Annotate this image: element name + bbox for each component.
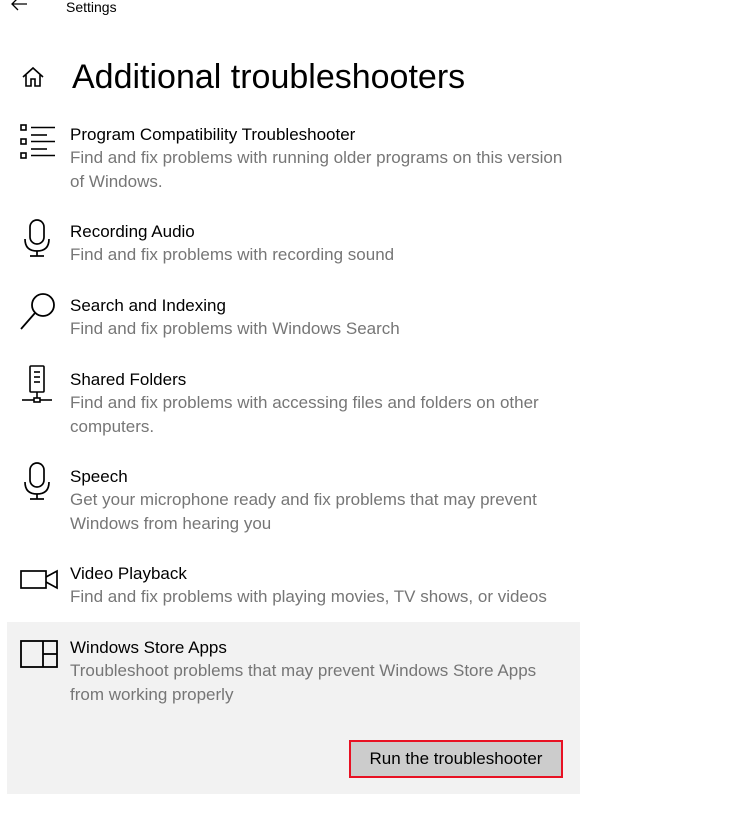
item-name: Recording Audio [70,222,195,241]
video-camera-icon [20,569,58,590]
item-name: Program Compatibility Troubleshooter [70,125,356,144]
troubleshooter-recording-audio[interactable]: Recording Audio Find and fix problems wi… [7,219,580,269]
item-text: Program Compatibility Troubleshooter Fin… [70,124,570,194]
app-title: Settings [66,0,117,15]
item-description: Get your microphone ready and fix proble… [70,490,537,533]
item-name: Video Playback [70,564,187,583]
home-icon[interactable] [20,64,46,90]
list-icon [20,124,55,159]
troubleshooter-program-compatibility[interactable]: Program Compatibility Troubleshooter Fin… [7,124,580,194]
item-description: Find and fix problems with Windows Searc… [70,319,400,338]
item-text: Video Playback Find and fix problems wit… [70,563,570,609]
network-drive-icon [22,365,52,403]
troubleshooter-windows-store-apps[interactable]: Windows Store Apps Troubleshoot problems… [7,622,580,794]
troubleshooter-speech[interactable]: Speech Get your microphone ready and fix… [7,462,580,536]
search-icon [20,293,55,330]
microphone-icon [24,462,50,500]
back-arrow-icon[interactable] [8,0,30,14]
item-name: Speech [70,467,128,486]
item-description: Find and fix problems with playing movie… [70,587,547,606]
item-description: Troubleshoot problems that may prevent W… [70,661,537,704]
item-description: Find and fix problems with accessing fil… [70,393,539,436]
troubleshooter-shared-folders[interactable]: Shared Folders Find and fix problems wit… [7,365,580,439]
item-name: Shared Folders [70,370,187,389]
item-text: Speech Get your microphone ready and fix… [70,466,570,536]
item-text: Recording Audio Find and fix problems wi… [70,221,570,267]
item-text: Shared Folders Find and fix problems wit… [70,369,570,439]
title-bar: Settings [0,0,731,20]
item-name: Windows Store Apps [70,638,227,657]
page-title: Additional troubleshooters [72,58,466,96]
troubleshooter-search-indexing[interactable]: Search and Indexing Find and fix problem… [7,293,580,343]
microphone-icon [24,219,50,257]
store-apps-icon [20,640,58,668]
troubleshooter-video-playback[interactable]: Video Playback Find and fix problems wit… [7,563,580,611]
item-description: Find and fix problems with recording sou… [70,245,395,264]
item-description: Find and fix problems with running older… [70,148,563,191]
run-troubleshooter-button[interactable]: Run the troubleshooter [349,740,563,778]
item-name: Search and Indexing [70,296,226,315]
item-text: Search and Indexing Find and fix problem… [70,295,570,341]
item-text: Windows Store Apps Troubleshoot problems… [70,637,570,707]
